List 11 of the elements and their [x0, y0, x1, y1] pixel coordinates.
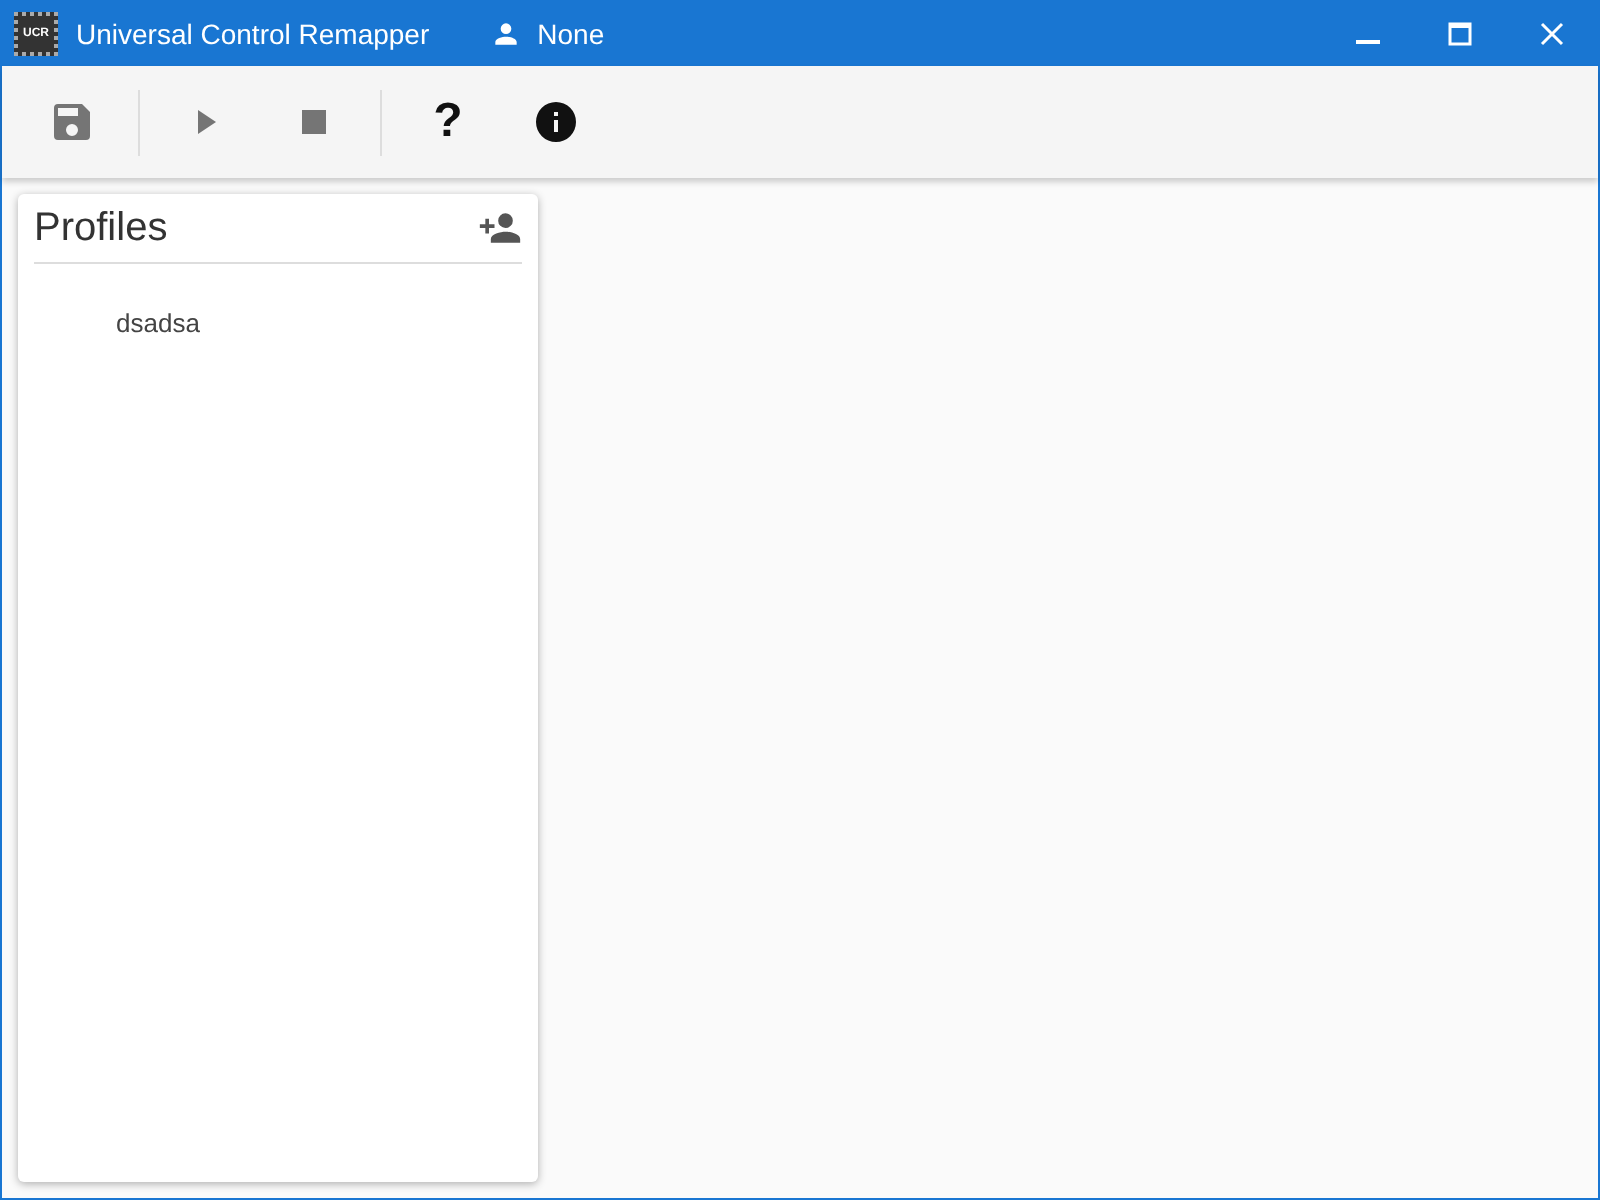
- window-title: Universal Control Remapper: [76, 17, 430, 49]
- profile-item[interactable]: dsadsa: [34, 264, 200, 338]
- help-button[interactable]: ?: [404, 78, 492, 166]
- close-icon: [1540, 21, 1564, 45]
- save-icon: [48, 98, 96, 146]
- current-profile: None: [537, 17, 605, 49]
- person-icon: [489, 17, 522, 49]
- panel-title: Profiles: [34, 205, 168, 251]
- info-icon: [532, 98, 580, 146]
- maximize-icon: [1448, 21, 1472, 45]
- minimize-icon: [1356, 40, 1380, 44]
